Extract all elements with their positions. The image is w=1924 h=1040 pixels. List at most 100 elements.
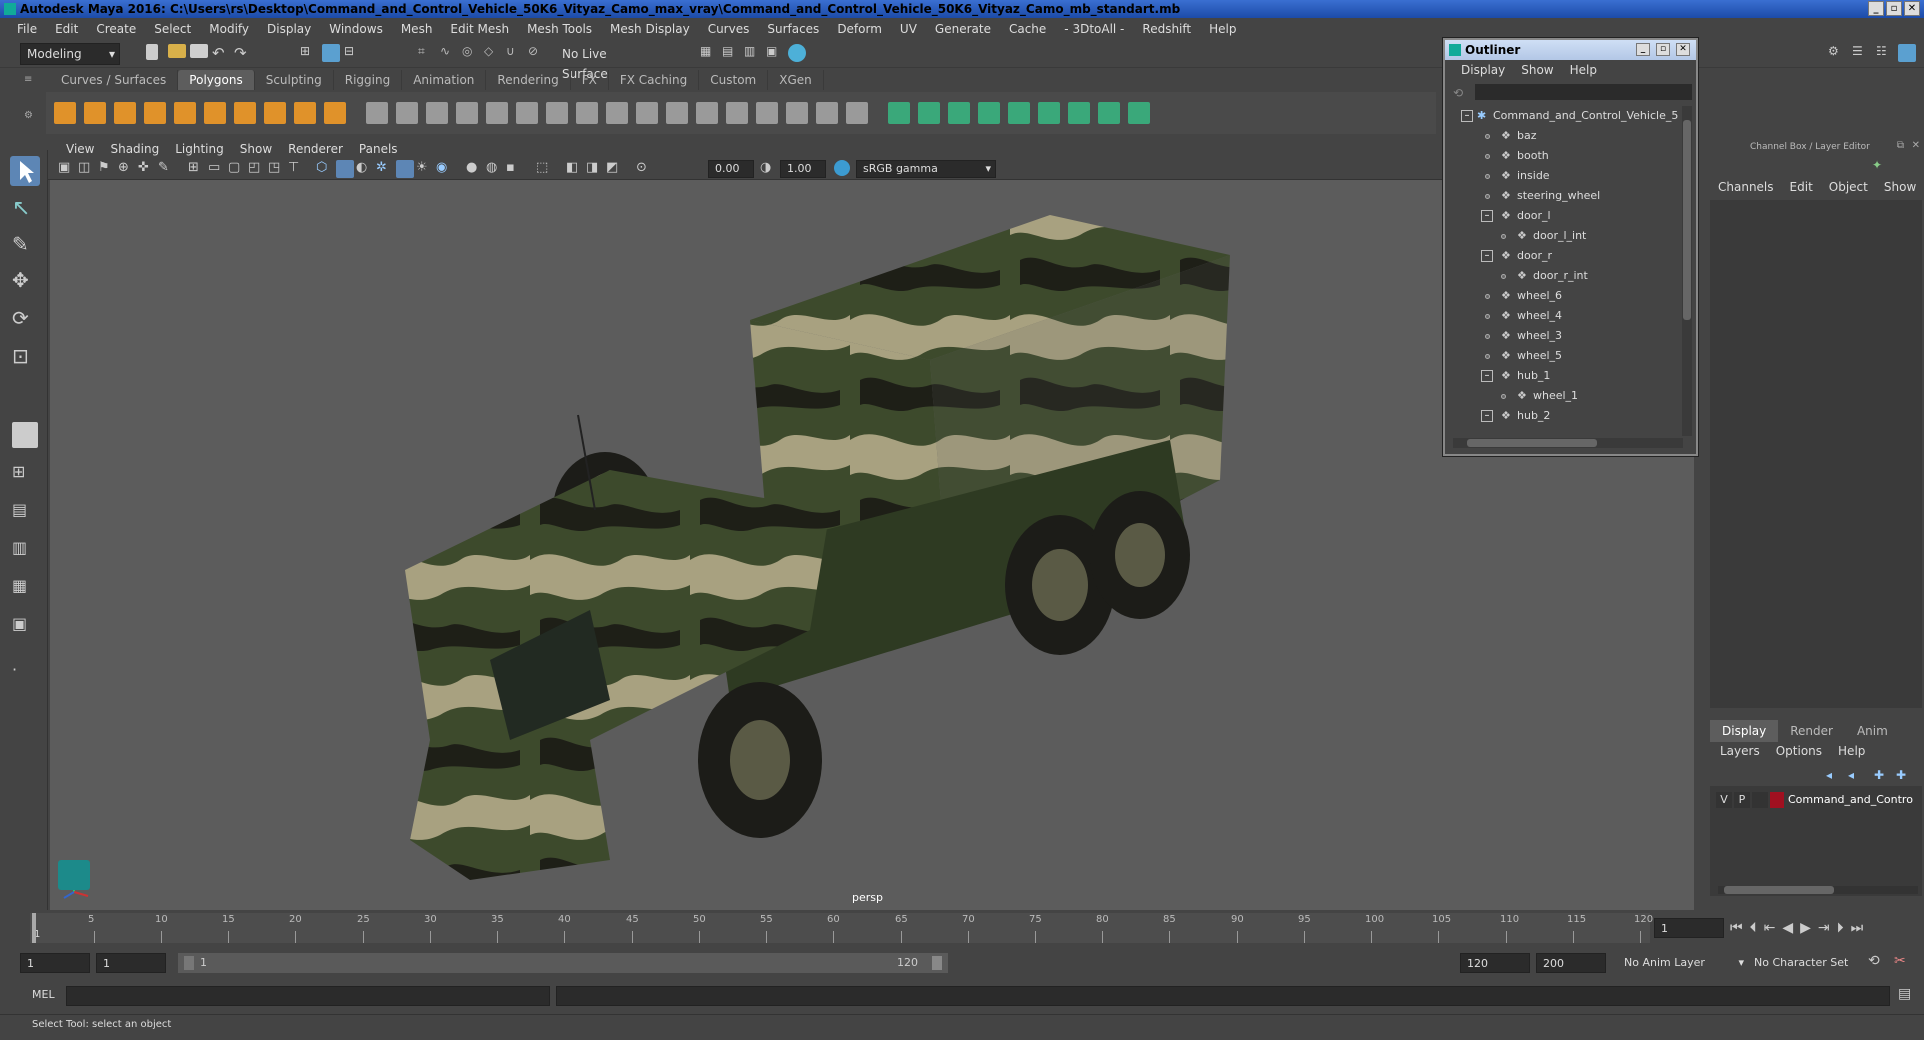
hypershade-icon[interactable] [788,44,806,62]
field-chart-icon[interactable]: ◳ [268,160,286,178]
collapse-toggle-icon[interactable]: – [1461,110,1473,122]
shelf-tab-sculpting[interactable]: Sculpting [255,70,334,90]
shelf-tab-rendering[interactable]: Rendering [486,70,571,90]
channel-box-toggle-icon[interactable] [1898,44,1916,62]
outliner-close-button[interactable]: ✕ [1676,43,1690,56]
redo-icon[interactable]: ↷ [234,44,252,62]
animation-prefs-icon[interactable]: ✂ [1894,953,1906,969]
render-settings-icon[interactable]: ▣ [766,44,784,62]
shelf-tab-xgen[interactable]: XGen [768,70,824,90]
outliner-menu-help[interactable]: Help [1562,63,1605,77]
workspace-dropdown[interactable]: Modeling ▾ [20,43,120,65]
menu-generate[interactable]: Generate [926,22,1000,36]
play-backwards-icon[interactable]: ◀ [1782,920,1793,936]
bevel-icon[interactable] [756,102,778,124]
grid-icon[interactable]: ⊞ [188,160,206,178]
snap-point-icon[interactable]: ◎ [462,44,480,62]
planar-map-icon[interactable] [918,102,940,124]
gate-mask-icon[interactable]: ◰ [248,160,266,178]
pyramid-icon[interactable] [396,102,418,124]
select-object-icon[interactable] [322,44,340,62]
mirror-icon[interactable] [606,102,628,124]
current-frame-field[interactable]: 1 [1654,918,1724,938]
outliner-menu-display[interactable]: Display [1453,63,1513,77]
step-forward-icon[interactable]: ⏵ [1837,920,1844,936]
helix-icon[interactable] [294,102,316,124]
outliner-item[interactable]: ❖ wheel_1 [1449,386,1679,406]
new-layer-icon[interactable]: ✚ [1874,768,1892,786]
gamma-field[interactable]: 1.00 [780,160,826,178]
xray-icon[interactable]: ◧ [566,160,584,178]
sew-uv-icon[interactable] [1068,102,1090,124]
extrude-icon[interactable] [726,102,748,124]
layer-menu-options[interactable]: Options [1768,744,1830,758]
resolution-gate-icon[interactable]: ▢ [228,160,246,178]
hypershade-layout-icon[interactable]: ▣ [12,614,30,633]
unfold-icon[interactable] [978,102,1000,124]
target-weld-icon[interactable] [816,102,838,124]
playback-end-field[interactable]: 120 [1460,953,1530,973]
outliner-minimize-button[interactable]: _ [1636,43,1650,56]
channel-menu-show[interactable]: Show [1876,180,1924,194]
merge-icon[interactable] [846,102,868,124]
panel-menu-show[interactable]: Show [232,142,280,156]
layer-tab-render[interactable]: Render [1778,720,1845,742]
step-forward-key-icon[interactable]: ⇥ [1818,920,1830,936]
shelf-tab-polygons[interactable]: Polygons [178,70,255,90]
live-surface-field[interactable]: No Live Surface [556,44,656,81]
safe-action-icon[interactable]: ⊤ [288,160,306,178]
move-layer-up-icon[interactable]: ◂ [1826,768,1844,786]
image-plane-icon[interactable]: ⊕ [118,160,136,178]
close-button[interactable]: ✕ [1904,1,1920,16]
shelf-tab-fx-caching[interactable]: FX Caching [609,70,700,90]
move-tool-icon[interactable]: ✥ [12,268,30,292]
character-set-dropdown[interactable]: No Character Set [1754,953,1864,973]
command-input[interactable] [66,986,550,1006]
menu-edit[interactable]: Edit [46,22,87,36]
auto-map-icon[interactable] [948,102,970,124]
channel-box-icon[interactable]: ✦ [1872,158,1882,172]
shelf-menu-icon[interactable]: ≡ [24,74,36,86]
snap-curve-icon[interactable]: ∿ [440,44,458,62]
scene-start-field[interactable]: 1 [20,953,90,973]
boolean-icon[interactable] [576,102,598,124]
current-time-marker[interactable] [32,913,36,943]
minimize-button[interactable]: _ [1868,1,1884,16]
outliner-item[interactable]: ❖ wheel_6 [1449,286,1679,306]
camera-icon[interactable]: ▣ [58,160,76,178]
select-hierarchy-icon[interactable]: ⊞ [300,44,318,62]
channel-menu-channels[interactable]: Channels [1710,180,1782,194]
collapse-toggle-icon[interactable]: – [1481,410,1493,422]
persp-outliner-layout-icon[interactable]: ▥ [12,538,30,557]
motion-blur-icon[interactable]: ● [466,160,484,178]
layer-visibility-toggle[interactable]: V [1716,792,1732,808]
go-to-start-icon[interactable]: ⏮ [1730,920,1743,936]
soft-select-icon[interactable] [12,422,38,448]
menu-file[interactable]: File [8,22,46,36]
range-start-handle[interactable] [184,956,194,970]
disc-icon[interactable] [234,102,256,124]
symmetrize-icon[interactable] [1098,102,1120,124]
menu-edit-mesh[interactable]: Edit Mesh [441,22,518,36]
anim-layer-dropdown[interactable]: No Anim Layer ▾ [1624,953,1748,973]
range-end-handle[interactable] [932,956,942,970]
scale-tool-icon[interactable]: ⊡ [12,344,30,368]
channel-menu-edit[interactable]: Edit [1782,180,1821,194]
layer-tab-anim[interactable]: Anim [1845,720,1900,742]
save-scene-icon[interactable] [190,44,208,58]
maximize-button[interactable]: ▫ [1886,1,1902,16]
outliner-item[interactable]: ❖ wheel_5 [1449,346,1679,366]
outliner-item[interactable]: – ❖ door_r [1449,246,1679,266]
outliner-vertical-scrollbar[interactable] [1682,106,1692,436]
panel-menu-shading[interactable]: Shading [102,142,167,156]
menu-create[interactable]: Create [87,22,145,36]
render-current-icon[interactable]: ▤ [722,44,740,62]
extract-icon[interactable] [516,102,538,124]
outliner-item[interactable]: ❖ baz [1449,126,1679,146]
time-slider[interactable]: 1 5 10 15 20 25 30 35 40 45 50 55 60 65 70 75 80 85 90 95 10… [30,913,1653,943]
new-scene-icon[interactable] [146,44,158,60]
script-language-toggle[interactable]: MEL [32,988,55,1001]
outliner-hscroll-thumb[interactable] [1467,439,1597,447]
channel-menu-object[interactable]: Object [1821,180,1876,194]
shelf-tab-curves-surfaces[interactable]: Curves / Surfaces [50,70,179,90]
